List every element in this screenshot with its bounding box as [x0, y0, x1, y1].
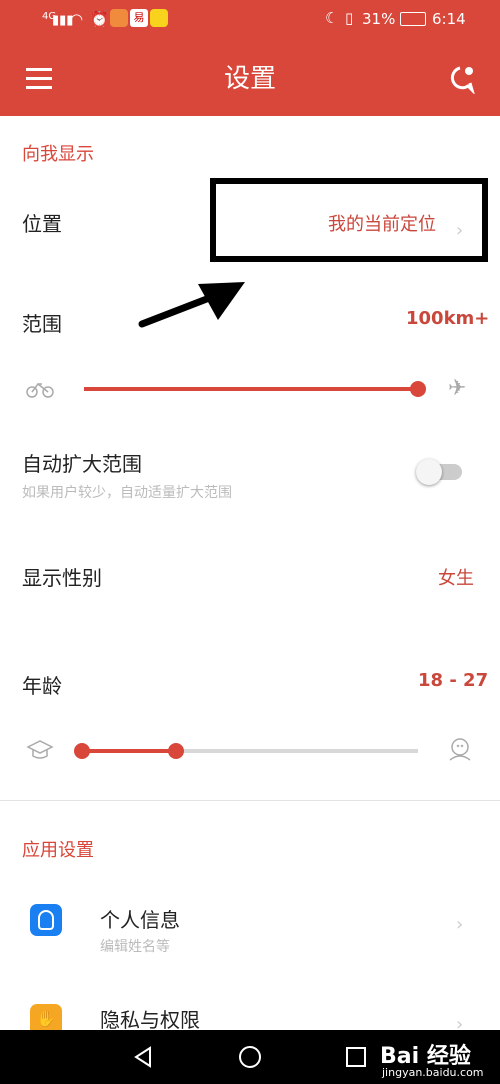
- privacy-row[interactable]: ✋ 隐私与权限 ›: [0, 990, 500, 1030]
- chevron-right-icon: ›: [456, 914, 464, 935]
- range-slider-fill: [84, 387, 420, 391]
- battery-icon: [400, 12, 426, 26]
- auto-expand-toggle[interactable]: [416, 459, 462, 485]
- app-icon-fox: [110, 9, 128, 27]
- profile-row[interactable]: 个人信息 编辑姓名等 ›: [0, 880, 500, 970]
- annotation-arrow-icon: [138, 282, 245, 328]
- app-bar: 设置: [0, 38, 500, 116]
- app-icon-yellow: [150, 9, 168, 27]
- alarm-icon: ⏰: [90, 10, 109, 28]
- plane-icon: ✈: [448, 376, 467, 401]
- age-slider-max-handle[interactable]: [168, 743, 184, 759]
- clock: 6:14: [432, 10, 466, 28]
- auto-expand-label: 自动扩大范围: [22, 452, 142, 476]
- page-title: 设置: [223, 64, 276, 94]
- bike-icon: [26, 382, 54, 398]
- profile-icon: [30, 904, 62, 936]
- chevron-right-icon: ›: [456, 1014, 464, 1030]
- profile-sub: 编辑姓名等: [100, 939, 170, 955]
- system-nav-bar: Bai 经验 jingyan.baidu.com: [0, 1030, 500, 1084]
- range-value: 100km+: [406, 308, 490, 329]
- recents-icon[interactable]: [345, 1046, 367, 1068]
- section-show-me: 向我显示: [22, 144, 94, 165]
- age-slider-min-handle[interactable]: [74, 743, 90, 759]
- home-icon[interactable]: [238, 1045, 262, 1069]
- graduation-cap-icon: [26, 740, 54, 759]
- back-icon[interactable]: [132, 1046, 154, 1068]
- section-divider: [0, 800, 500, 801]
- profile-label: 个人信息: [100, 908, 180, 932]
- range-slider-handle[interactable]: [410, 381, 426, 397]
- gender-value: 女生: [438, 568, 474, 589]
- elder-icon: [449, 738, 471, 761]
- app-icon-news: 易: [130, 9, 148, 27]
- watermark-url: jingyan.baidu.com: [382, 1066, 484, 1079]
- age-value: 18 - 27: [418, 670, 489, 691]
- age-label: 年龄: [22, 674, 62, 698]
- gender-label: 显示性别: [22, 566, 102, 590]
- age-slider-fill: [82, 749, 176, 753]
- moon-icon: ☾: [325, 9, 339, 27]
- range-slider[interactable]: [84, 387, 420, 391]
- gender-row[interactable]: 显示性别 女生: [0, 540, 500, 610]
- auto-expand-description: 如果用户较少，自动适量扩大范围: [22, 485, 232, 501]
- section-app-settings: 应用设置: [22, 840, 94, 861]
- chat-icon[interactable]: [446, 64, 476, 94]
- hand-icon: ✋: [30, 1004, 62, 1030]
- location-label: 位置: [22, 212, 62, 236]
- battery-percent: 31%: [362, 10, 396, 28]
- range-label: 范围: [22, 312, 62, 336]
- wifi-icon: ◠: [70, 10, 84, 28]
- vibrate-icon: ▯: [345, 9, 354, 27]
- privacy-label: 隐私与权限: [100, 1008, 200, 1030]
- status-bar: 4G ▮▮▮ ◠ ⏰ 易 ☾ ▯ 31% 6:14: [0, 0, 500, 38]
- toggle-knob: [416, 459, 442, 485]
